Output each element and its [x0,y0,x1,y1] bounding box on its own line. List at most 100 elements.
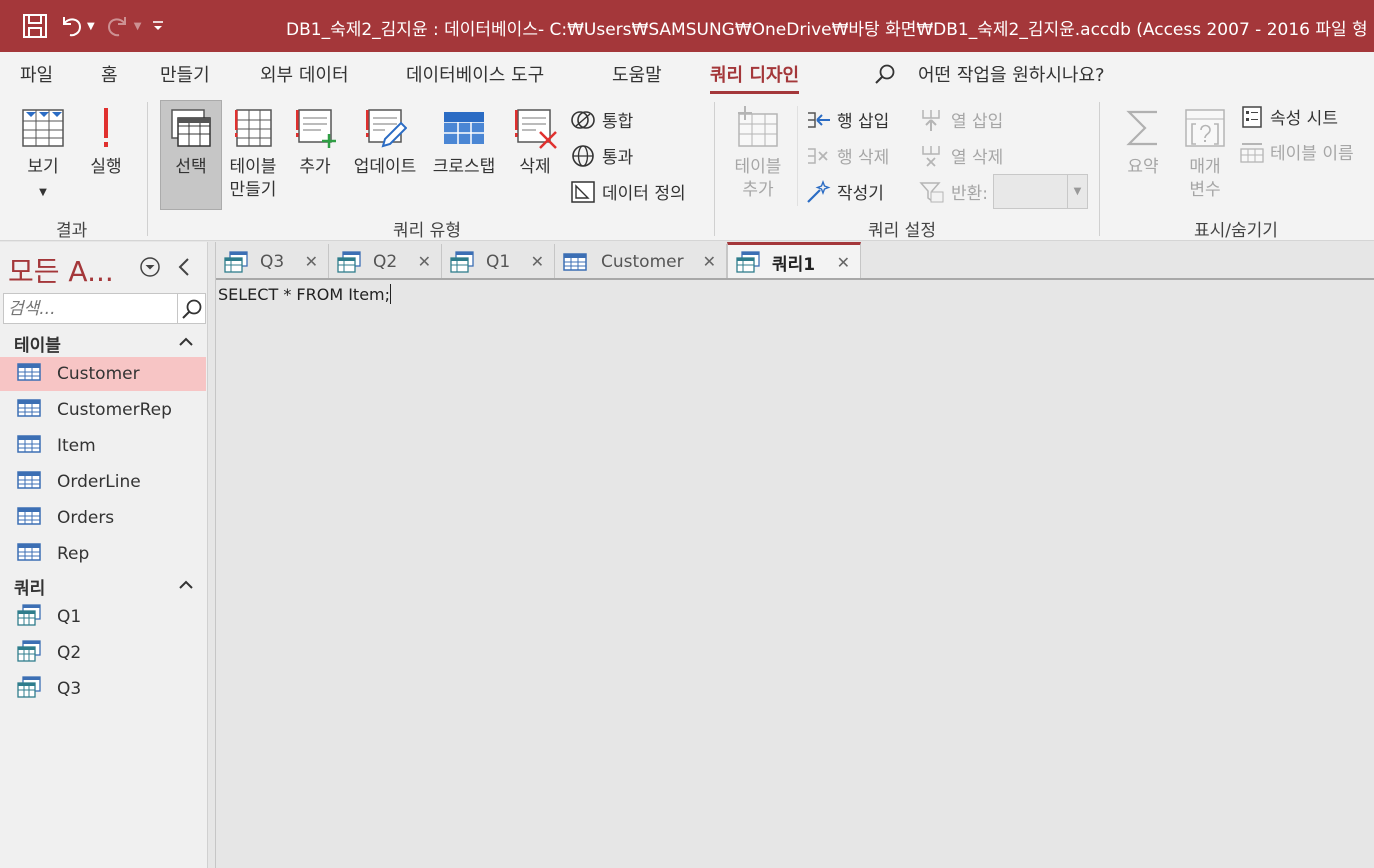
nav-item-label: Rep [57,544,90,564]
update-label: 업데이트 [353,157,417,177]
query-icon [17,675,41,698]
table-icon [17,542,41,561]
sql-editor[interactable]: SELECT * FROM Item; [218,284,392,304]
search-icon[interactable] [177,294,205,323]
union-button[interactable]: 통합 [570,107,633,132]
parameters-button[interactable]: 매개 변수 [1178,106,1232,202]
update-button[interactable]: 업데이트 [348,106,422,179]
chevron-down-icon[interactable]: ▼ [1067,175,1087,208]
make-table-label-2: 만들기 [229,180,277,200]
nav-item-q3[interactable]: Q3 [0,672,206,706]
nav-item-customer[interactable]: Customer [0,357,206,391]
group-separator [1099,102,1100,236]
quick-access-toolbar: ▼ ▼ [0,0,175,52]
run-button[interactable]: 실행 [86,106,126,179]
window-title: DB1_숙제2_김지윤 : 데이터베이스- C:₩Users₩SAMSUNG₩O… [286,20,1368,40]
tell-me-box[interactable]: 어떤 작업을 원하시나요? [874,61,1105,87]
chevron-up-icon[interactable] [178,335,194,347]
table-icon [17,470,41,489]
nav-item-q1[interactable]: Q1 [0,600,206,634]
passthrough-button[interactable]: 통과 [570,143,633,168]
chevron-down-icon[interactable]: ▼ [134,21,142,32]
tab-help[interactable]: 도움말 [612,61,662,87]
nav-search-box[interactable] [3,293,206,324]
table-icon [563,252,587,271]
tab-file[interactable]: 파일 [20,61,53,87]
delete-rows-button[interactable]: 행 삭제 [805,143,889,168]
chevron-down-icon[interactable]: ▼ [87,21,95,32]
nav-item-customerrep[interactable]: CustomerRep [0,393,206,427]
doc-tab-label: Q2 [373,251,398,272]
save-icon [23,14,47,38]
nav-pane-splitter[interactable] [207,242,215,868]
sql-text: SELECT * FROM Item; [218,285,391,304]
tab-external-data[interactable]: 외부 데이터 [260,61,349,87]
append-button[interactable]: 추가 [290,106,340,179]
tab-create[interactable]: 만들기 [160,61,210,87]
doc-tab-q2[interactable]: Q2 ✕ [329,244,442,279]
search-icon [875,64,895,84]
nav-item-label: Item [57,436,96,456]
return-combo[interactable]: ▼ [993,174,1088,209]
close-icon[interactable]: ✕ [418,252,431,271]
tab-database-tools[interactable]: 데이터베이스 도구 [406,61,544,87]
crosstab-label: 크로스탭 [432,157,496,177]
nav-group-tables[interactable]: 테이블 [14,331,194,356]
doc-tab-query1[interactable]: 쿼리1 ✕ [727,242,861,279]
crosstab-button[interactable]: 크로스탭 [427,106,501,179]
select-query-button[interactable]: 선택 [165,106,217,179]
delete-columns-button[interactable]: 열 삭제 [919,143,1003,168]
query-icon [17,639,41,662]
redo-button[interactable]: ▼ [105,8,142,44]
nav-item-rep[interactable]: Rep [0,537,206,571]
results-group-label: 결과 [56,221,88,241]
property-sheet-button[interactable]: 속성 시트 [1240,104,1338,129]
insert-columns-button[interactable]: 열 삽입 [919,107,1003,132]
delete-columns-label: 열 삭제 [951,148,1004,168]
doc-tab-customer[interactable]: Customer ✕ [555,244,727,279]
close-icon[interactable]: ✕ [837,253,850,272]
nav-menu-icon[interactable] [139,256,161,278]
builder-button[interactable]: 작성기 [805,179,884,204]
add-table-label-1: 테이블 [734,157,782,177]
close-icon[interactable]: ✕ [531,252,544,271]
append-icon [296,109,336,148]
insert-columns-label: 열 삽입 [951,112,1004,132]
tell-me-text: 어떤 작업을 원하시나요? [918,65,1105,86]
make-table-button[interactable]: 테이블 만들기 [225,106,281,202]
nav-item-item[interactable]: Item [0,429,206,463]
view-button[interactable]: 보기 ▼ [20,106,66,204]
insert-rows-label: 행 삽입 [837,112,890,132]
nav-group-tables-label: 테이블 [14,336,61,356]
doc-tab-q3[interactable]: Q3 ✕ [216,244,329,279]
doc-tab-q1[interactable]: Q1 ✕ [442,244,555,279]
chevron-up-icon[interactable] [178,578,194,590]
query-icon [224,250,248,273]
tab-query-design[interactable]: 쿼리 디자인 [710,61,800,94]
insert-rows-icon [808,111,830,128]
shutter-bar-close-icon[interactable] [176,256,192,278]
table-icon [17,362,41,381]
document-area: Q3 ✕ Q2 ✕ Q1 ✕ Customer ✕ 쿼리1 ✕ SELECT *… [215,242,1374,868]
undo-button[interactable]: ▼ [58,8,95,44]
tab-home[interactable]: 홈 [101,61,118,87]
save-button[interactable] [22,8,48,44]
nav-pane-title[interactable]: 모든 A... [8,250,114,290]
nav-item-orderline[interactable]: OrderLine [0,465,206,499]
close-icon[interactable]: ✕ [305,252,318,271]
data-definition-button[interactable]: 데이터 정의 [570,179,686,204]
totals-button[interactable]: 요약 [1120,106,1166,179]
close-icon[interactable]: ✕ [703,252,716,271]
add-table-button[interactable]: 테이블 추가 [729,106,787,202]
nav-item-q2[interactable]: Q2 [0,636,206,670]
nav-group-queries[interactable]: 쿼리 [14,574,194,599]
nav-item-orders[interactable]: Orders [0,501,206,535]
table-names-icon [1240,142,1264,163]
insert-rows-button[interactable]: 행 삽입 [805,107,889,132]
customize-qat-button[interactable] [151,8,165,44]
delete-query-button[interactable]: 삭제 [510,106,560,179]
table-names-button[interactable]: 테이블 이름 [1240,139,1354,164]
nav-search-input[interactable] [4,294,174,323]
add-table-label-2: 추가 [742,180,774,200]
doc-tab-label: 쿼리1 [772,254,816,275]
